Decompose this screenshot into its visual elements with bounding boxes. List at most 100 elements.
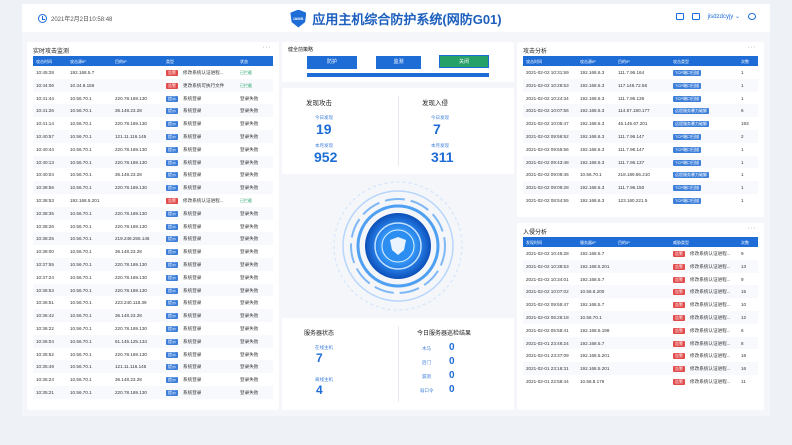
- table-row[interactable]: 10:36:42 10.56.70.1 36.148.23.28 提示 系统登录 登录失败: [33, 309, 273, 322]
- table-row[interactable]: 2021-02-01 22:58:44 10.56.8.176 告警 修改系统认证进程…: [523, 375, 758, 388]
- cell-time: 10:36:22: [36, 325, 54, 331]
- power-icon[interactable]: [748, 13, 756, 20]
- cell-time: 2021-02-02 05:58:41: [526, 327, 569, 333]
- cell-status: 登录失败: [240, 313, 259, 319]
- strategy-button-monitor[interactable]: 监测: [376, 56, 421, 69]
- table-row[interactable]: 2021-02-01 23:16:31 192.168.5.201 告警 修改系统认证…: [523, 362, 758, 375]
- table-row[interactable]: 10:35:52 10.56.70.1 220.78.169.130 提示 系统登录 登录…: [33, 348, 273, 361]
- cell-level-tag: 告警: [673, 263, 685, 270]
- table-row[interactable]: 2021-02-01 23:37:09 192.168.5.201 告警 修改系统认证…: [523, 349, 758, 362]
- table-row[interactable]: 10:36:22 10.56.70.1 220.78.169.130 提示 系统登录 登录…: [33, 322, 273, 335]
- table-row[interactable]: 10:37:55 10.56.70.1 220.78.169.130 提示 系统登录 登录…: [33, 257, 273, 271]
- cell-type: 系统登录: [183, 236, 202, 242]
- table-row[interactable]: 10:35:49 10.56.70.1 121.11.116.145 提示 系统登录 登录…: [33, 360, 273, 374]
- table-row[interactable]: 10:36:53 10.56.70.1 220.78.169.130 提示 系统登录 登录…: [33, 283, 273, 297]
- cell-type: 系统登录: [183, 172, 202, 178]
- cell-type: 修改系统认证进程...: [690, 327, 731, 333]
- monitor-icon[interactable]: [691, 13, 700, 20]
- cell-src-ip: 10.56.70.1: [70, 300, 92, 306]
- table-row[interactable]: 10:38:53 192.168.5.201 告警 修改系统认证进程... 已拦截: [33, 194, 273, 207]
- table-row[interactable]: 10:40:04 10.56.70.1 36.148.23.28 提示 系统登录 登录失败: [33, 168, 273, 181]
- table-row[interactable]: 10:35:21 10.56.70.1 220.78.169.130 提示 系统登录 登录…: [33, 385, 273, 399]
- table-row[interactable]: 2021-02-02 09:09:28 192.168.6.3 111.7.96.1…: [523, 181, 758, 194]
- table-body: 10:45:28 192.168.5.7 告警 修改系统认证进程... 已拦截 10:44…: [33, 66, 273, 399]
- panel-title: 攻击分析: [523, 49, 548, 55]
- cell-dst-ip: 111.7.96.136: [618, 95, 645, 101]
- table-row[interactable]: 2021-02-02 06:26:18 10.56.70.1 告警 修改系统认证进程.…: [523, 310, 758, 324]
- col-header: 攻击源IP: [70, 59, 86, 64]
- cell-type-tag: 远程服务暴力破解: [673, 172, 709, 179]
- table-row[interactable]: 2021-02-02 10:07:02 10.56.8.200 告警 修改系统认证进程…: [523, 285, 758, 299]
- table-row[interactable]: 10:38:00 10.56.70.1 36.148.23.28 提示 系统登录 登录失败: [33, 245, 273, 258]
- discover-attack-title: 发现攻击: [306, 100, 332, 107]
- cell-type-tag: TCP端口扫描: [673, 159, 701, 166]
- table-row[interactable]: 10:38:56 10.56.70.1 220.78.169.130 提示 系统登录 登录…: [33, 181, 273, 194]
- cell-type: 系统登录: [183, 389, 202, 395]
- table-row[interactable]: 10:45:28 192.168.5.7 告警 修改系统认证进程... 已拦截: [33, 66, 273, 79]
- table-row[interactable]: 10:40:44 10.56.70.1 220.78.169.130 提示 系统登录 登录…: [33, 143, 273, 156]
- table-row[interactable]: 10:40:57 10.56.70.1 121.11.116.145 提示 系统登录 登录…: [33, 129, 273, 143]
- cell-server-ip: 10.56.8.176: [580, 378, 605, 384]
- cell-level-tag: 提示: [166, 133, 178, 140]
- cell-dst-ip: 121.11.116.145: [115, 133, 147, 139]
- table-row[interactable]: 2021-02-02 10:34:01 192.168.5.7 告警 修改系统认证进程…: [523, 273, 758, 286]
- table-row[interactable]: 2021-02-02 08:54:55 192.168.6.3 123.160.22…: [523, 194, 758, 207]
- table-row[interactable]: 2021-02-02 10:05:47 192.168.6.3 45.145.67.…: [523, 117, 758, 130]
- table-row[interactable]: 2021-02-02 10:24:34 192.168.6.3 111.7.96.1…: [523, 92, 758, 105]
- cell-level-tag: 提示: [166, 223, 178, 230]
- cell-type: 系统登录: [183, 185, 202, 191]
- cell-level-tag: 提示: [166, 121, 178, 128]
- table-row[interactable]: 10:37:24 10.56.70.1 220.78.169.130 提示 系统登录 登录…: [33, 271, 273, 284]
- table-row[interactable]: 2021-02-02 10:31:59 192.168.6.3 111.7.96.1…: [523, 66, 758, 79]
- table-row[interactable]: 2021-02-02 09:55:47 192.168.5.7 告警 修改系统认证进程…: [523, 298, 758, 311]
- cell-type-tag: TCP端口扫描: [673, 146, 701, 153]
- cell-status: 登录失败: [240, 287, 259, 293]
- cell-src-ip: 10.56.70.1: [70, 236, 92, 242]
- cell-dst-ip: 220.78.169.130: [115, 210, 147, 216]
- table-row[interactable]: 10:38:35 10.56.70.1 220.78.169.130 提示 系统登录 登录…: [33, 206, 273, 220]
- table-row[interactable]: 2021-02-02 09:09:45 10.56.70.1 218.189.86.…: [523, 168, 758, 181]
- cell-level-tag: 提示: [166, 351, 178, 358]
- user-menu[interactable]: jisdzdcyjy ⌄: [708, 13, 740, 20]
- more-icon[interactable]: ···: [748, 44, 757, 51]
- online-value: 7: [316, 351, 323, 365]
- table-row[interactable]: 10:41:44 10.56.70.1 220.78.169.130 提示 系统登录 登录…: [33, 92, 273, 105]
- cell-status: 登录失败: [240, 133, 259, 139]
- cell-time: 2021-02-02 10:38:53: [526, 263, 569, 269]
- col-header: 类型: [166, 59, 174, 64]
- cell-type-tag: TCP端口扫描: [673, 95, 701, 102]
- table-row[interactable]: 10:38:26 10.56.70.1 220.78.169.130 提示 系统登录 登录…: [33, 220, 273, 233]
- cell-src-ip: 192.168.6.3: [580, 121, 605, 127]
- table-row[interactable]: 2021-02-01 23:46:24 192.168.5.7 告警 修改系统认证进程…: [523, 336, 758, 350]
- message-icon[interactable]: [675, 13, 684, 20]
- table-row[interactable]: 10:41:14 10.56.70.1 220.78.169.130 提示 系统登录 登录…: [33, 117, 273, 130]
- table-row[interactable]: 10:41:26 10.56.70.1 36.148.23.28 提示 系统登录 登录失败: [33, 104, 273, 118]
- table-row[interactable]: 2021-02-02 09:55:56 192.168.6.3 111.7.96.1…: [523, 143, 758, 156]
- cell-status: 登录失败: [240, 338, 259, 344]
- cell-src-ip: 10.56.70.1: [70, 133, 92, 139]
- table-row[interactable]: 2021-02-02 10:07:56 192.168.6.3 114.67.180…: [523, 104, 758, 118]
- strategy-button-protect[interactable]: 防护: [307, 56, 357, 69]
- cell-count: 18: [741, 353, 747, 359]
- col-header: 服务器IP: [580, 240, 596, 245]
- table-row[interactable]: 2021-02-02 09:56:52 192.168.6.3 111.7.96.1…: [523, 129, 758, 143]
- table-row[interactable]: 2021-02-02 10:38:53 192.168.5.201 告警 修改系统认证…: [523, 259, 758, 273]
- table-row[interactable]: 10:44:06 10.34.8.156 告警 更改系统可执行文件 已拦截: [33, 78, 273, 92]
- more-icon[interactable]: ···: [748, 225, 757, 232]
- table-row[interactable]: 2021-02-02 10:45:28 192.168.5.7 告警 修改系统认证进程…: [523, 247, 758, 260]
- panel-title: 入侵分析: [523, 230, 548, 236]
- table-row[interactable]: 2021-02-02 10:26:53 192.168.6.3 117.146.72…: [523, 78, 758, 92]
- table-row[interactable]: 2021-02-02 05:58:41 192.168.5.198 告警 修改系统认证…: [523, 324, 758, 337]
- table-row[interactable]: 10:36:04 10.56.70.1 61.145.125.134 提示 系统登录 登录…: [33, 334, 273, 348]
- strategy-button-off[interactable]: 关闭: [439, 55, 489, 68]
- table-row[interactable]: 2021-02-02 09:43:48 192.168.6.3 111.7.96.1…: [523, 155, 758, 169]
- cell-src-ip: 10.56.70.1: [70, 261, 92, 267]
- table-row[interactable]: 10:36:51 10.56.70.1 223.240.118.39 提示 系统登录 登录…: [33, 296, 273, 309]
- table-row[interactable]: 10:35:24 10.56.70.1 36.148.23.28 提示 系统登录 登录失败: [33, 373, 273, 386]
- cell-type: 系统登录: [183, 325, 202, 331]
- col-header: 次数: [741, 240, 749, 245]
- more-icon[interactable]: ···: [263, 44, 272, 51]
- table-row[interactable]: 10:40:13 10.56.70.1 220.78.169.130 提示 系统登录 登录…: [33, 155, 273, 169]
- table-row[interactable]: 10:38:25 10.56.70.1 219.249.255.146 提示 系统登录 登…: [33, 232, 273, 246]
- cell-dst-ip: 220.78.169.130: [115, 95, 147, 101]
